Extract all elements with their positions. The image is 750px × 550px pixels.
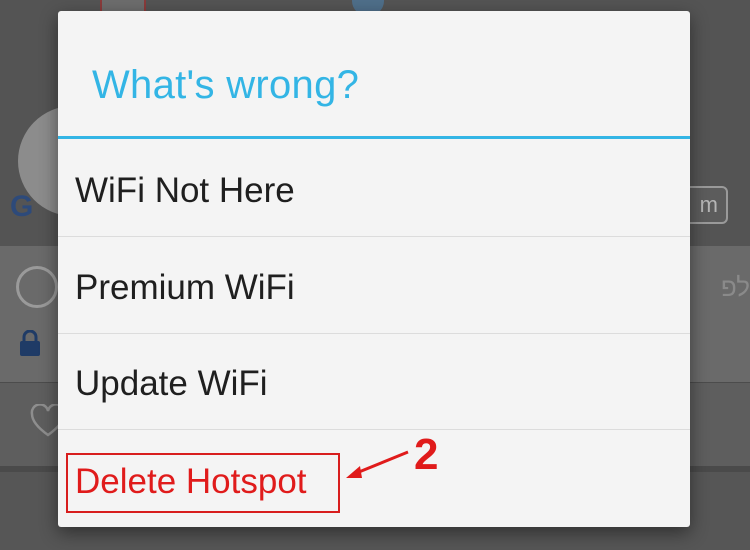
option-wifi-not-here[interactable]: WiFi Not Here [58, 141, 690, 237]
delete-hotspot-label[interactable]: Delete Hotspot [75, 462, 307, 502]
annotation-arrow-icon [346, 450, 409, 478]
info-text: לפ [720, 272, 750, 302]
option-update-wifi[interactable]: Update WiFi [58, 334, 690, 430]
option-label: WiFi Not Here [75, 171, 295, 210]
option-label: Premium WiFi [75, 268, 295, 307]
map-logo: G [10, 190, 34, 223]
lock-icon [20, 330, 40, 356]
option-label: Update WiFi [75, 364, 268, 403]
user-icon [16, 266, 58, 308]
option-premium-wifi[interactable]: Premium WiFi [58, 238, 690, 334]
step-number: 2 [414, 430, 439, 479]
dialog-title: What's wrong? [92, 63, 360, 107]
title-divider [58, 136, 690, 139]
